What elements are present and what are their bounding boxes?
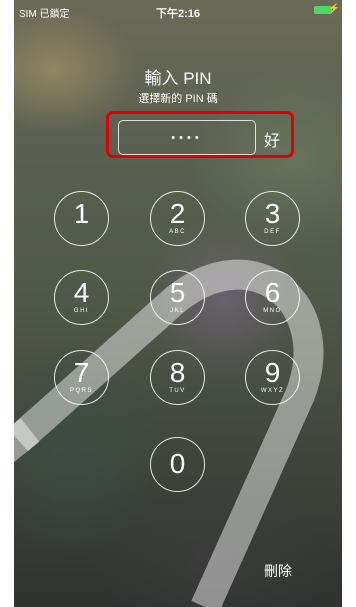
key-7[interactable]: 7 PQRS: [54, 350, 109, 405]
key-letters: ABC: [169, 229, 186, 235]
key-digit: 5: [169, 277, 186, 308]
key-letters: PQRS: [69, 388, 93, 394]
key-letters: DEF: [264, 229, 281, 235]
key-letters: WXYZ: [260, 388, 285, 394]
key-2[interactable]: 2 ABC: [150, 191, 205, 246]
charging-icon: ⚡: [328, 3, 340, 13]
key-digit: 3: [264, 198, 281, 229]
key-letters: JKL: [170, 308, 185, 314]
key-digit: 9: [264, 357, 281, 388]
key-6[interactable]: 6 MNO: [245, 270, 300, 325]
key-8[interactable]: 8 TUV: [150, 350, 205, 405]
page-title: 輸入 PIN: [144, 69, 212, 88]
key-digit: 7: [73, 357, 90, 388]
key-3[interactable]: 3 DEF: [245, 191, 300, 246]
lock-screen: SIM 已鎖定 下午2:16 ⚡ 輸入 PIN 選擇新的 PIN 碼 •••• …: [14, 0, 342, 607]
key-digit: 4: [73, 277, 90, 308]
page-subtitle: 選擇新的 PIN 碼: [138, 93, 218, 105]
key-9[interactable]: 9 WXYZ: [245, 350, 300, 405]
key-letters: MNO: [263, 308, 282, 314]
key-letters: GHI: [73, 308, 90, 314]
key-digit: 0: [169, 448, 186, 479]
key-4[interactable]: 4 GHI: [54, 270, 109, 325]
highlight-box: [106, 111, 294, 158]
key-1[interactable]: 1: [54, 191, 109, 246]
key-letters: TUV: [169, 388, 186, 394]
key-digit: 8: [169, 357, 186, 388]
status-time: 下午2:16: [155, 8, 201, 20]
delete-button[interactable]: 刪除: [264, 561, 292, 581]
key-digit: 2: [169, 198, 186, 229]
key-digit: 6: [264, 277, 281, 308]
key-5[interactable]: 5 JKL: [150, 270, 205, 325]
key-0[interactable]: 0: [150, 437, 205, 492]
key-digit: 1: [73, 198, 90, 229]
status-bar: SIM 已鎖定 下午2:16 ⚡: [14, 0, 342, 22]
